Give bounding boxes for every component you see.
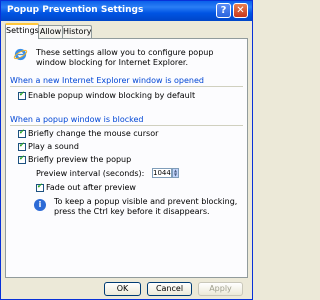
info-text: To keep a popup visible and prevent bloc… bbox=[54, 197, 238, 216]
close-button[interactable]: ✕ bbox=[233, 3, 248, 18]
preview-popup-checkbox[interactable] bbox=[18, 154, 26, 164]
window-title: Popup Prevention Settings bbox=[7, 5, 144, 15]
tab-control: Settings Allow History These settings al… bbox=[1, 21, 252, 299]
enable-popup-blocking-checkbox[interactable] bbox=[18, 90, 26, 100]
fade-out-checkbox[interactable] bbox=[36, 182, 44, 192]
tab-allow[interactable]: Allow bbox=[38, 25, 63, 38]
preview-interval-label: Preview interval (seconds): bbox=[36, 169, 145, 178]
spin-down-icon[interactable]: ▼ bbox=[173, 173, 178, 177]
preview-popup-label: Briefly preview the popup bbox=[28, 155, 132, 164]
apply-button[interactable]: Apply bbox=[198, 282, 243, 296]
intro-text: These settings allow you to configure po… bbox=[36, 48, 214, 67]
blocked-group-title: When a popup window is blocked bbox=[10, 115, 144, 124]
play-sound-checkbox[interactable] bbox=[18, 141, 26, 151]
blocked-group-divider bbox=[10, 125, 243, 126]
popup-prevention-settings-window: Popup Prevention Settings ? ✕ Settings A… bbox=[0, 0, 253, 300]
title-bar[interactable]: Popup Prevention Settings ? ✕ bbox=[1, 1, 252, 21]
change-cursor-checkbox[interactable] bbox=[18, 128, 26, 138]
preview-interval-input[interactable]: 1044 bbox=[152, 168, 172, 178]
settings-panel: These settings allow you to configure po… bbox=[5, 38, 248, 278]
tab-settings[interactable]: Settings bbox=[5, 23, 39, 39]
close-icon: ✕ bbox=[236, 5, 245, 16]
ok-button[interactable]: OK bbox=[104, 282, 141, 296]
fade-out-label: Fade out after preview bbox=[46, 183, 136, 192]
change-cursor-label: Briefly change the mouse cursor bbox=[28, 129, 159, 138]
tab-history[interactable]: History bbox=[62, 25, 92, 38]
help-button[interactable]: ? bbox=[216, 3, 231, 18]
enable-popup-blocking-label: Enable popup window blocking by default bbox=[28, 91, 196, 100]
play-sound-label: Play a sound bbox=[28, 142, 79, 151]
new-window-group-divider bbox=[10, 86, 243, 87]
new-window-group-title: When a new Internet Explorer window is o… bbox=[10, 76, 204, 85]
preview-interval-spinner[interactable]: ▲ ▼ bbox=[172, 168, 179, 178]
cancel-button[interactable]: Cancel bbox=[147, 282, 192, 296]
info-icon: i bbox=[34, 199, 46, 211]
help-icon: ? bbox=[220, 5, 227, 16]
internet-explorer-icon bbox=[13, 48, 28, 61]
